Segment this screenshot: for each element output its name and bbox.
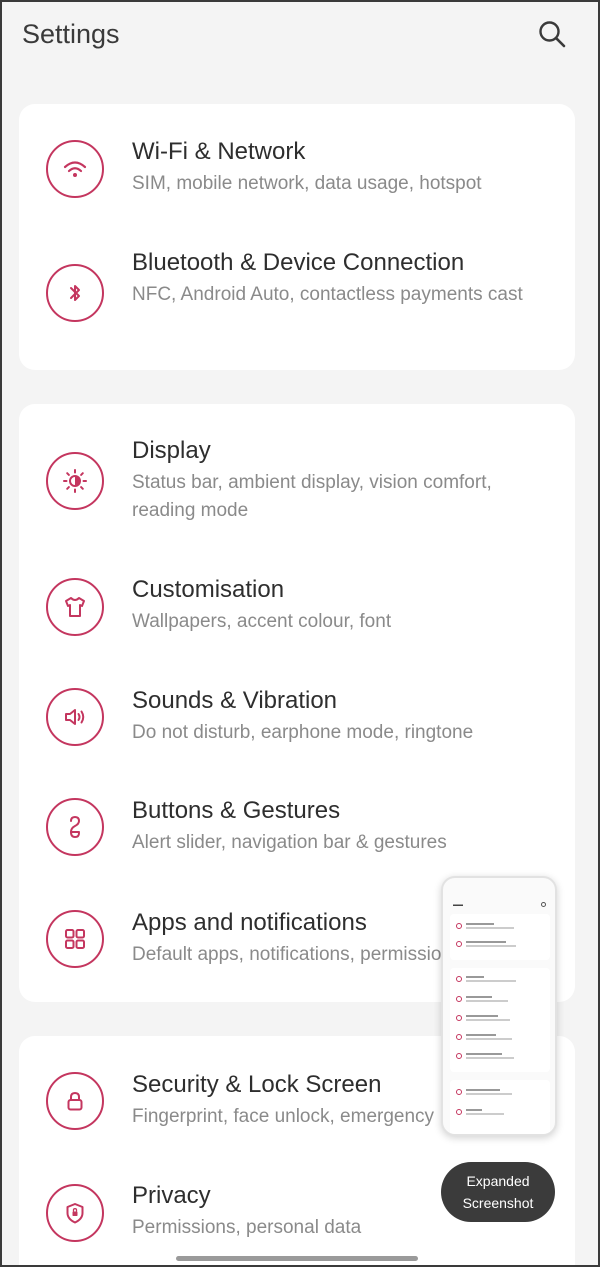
- preview-title-line: ▬▬: [453, 902, 463, 908]
- settings-item-wifi-network[interactable]: Wi-Fi & Network SIM, mobile network, dat…: [19, 104, 575, 234]
- lock-icon: [67, 1091, 83, 1111]
- gesture-icon-badge: [46, 798, 104, 856]
- tshirt-icon: [65, 597, 85, 617]
- item-subtitle: Wallpapers, accent colour, font: [132, 611, 392, 632]
- shield-icon: [66, 1203, 84, 1224]
- shield-icon-badge: [46, 1184, 104, 1242]
- page-title: Settings: [22, 18, 120, 49]
- preview-card: [450, 1080, 550, 1134]
- item-title: Wi-Fi & Network: [132, 138, 306, 165]
- item-title: Customisation: [132, 576, 285, 603]
- settings-item-bluetooth[interactable]: Bluetooth & Device Connection NFC, Andro…: [19, 234, 575, 370]
- item-subtitle: Alert slider, navigation bar & gestures: [132, 832, 447, 853]
- item-subtitle: NFC, Android Auto, contactless payments …: [132, 284, 523, 305]
- settings-item-display[interactable]: Display Status bar, ambient display, vis…: [19, 404, 575, 554]
- apps-grid-icon: [65, 929, 85, 949]
- speaker-icon: [65, 709, 85, 725]
- bluetooth-icon: [70, 285, 80, 301]
- brightness-icon: [63, 469, 87, 493]
- search-button[interactable]: [532, 14, 572, 54]
- item-title: Bluetooth & Device Connection: [132, 249, 465, 276]
- expanded-screenshot-line1: Expanded: [466, 1173, 530, 1189]
- expanded-screenshot-line2: Screenshot: [462, 1195, 534, 1211]
- search-icon: [539, 21, 566, 48]
- preview-search-icon: [541, 902, 546, 907]
- gesture-icon: [69, 815, 81, 839]
- brightness-icon-badge: [46, 452, 104, 510]
- item-subtitle: Status bar, ambient display, vision comf…: [132, 472, 492, 521]
- item-title: Display: [132, 437, 211, 464]
- settings-group-connectivity: Wi-Fi & Network SIM, mobile network, dat…: [19, 104, 575, 370]
- preview-card: [450, 968, 550, 1072]
- speaker-icon-badge: [46, 688, 104, 746]
- tshirt-icon-badge: [46, 578, 104, 636]
- bluetooth-icon-badge: [46, 264, 104, 322]
- settings-item-customisation[interactable]: Customisation Wallpapers, accent colour,…: [19, 554, 575, 666]
- item-title: Sounds & Vibration: [132, 687, 338, 714]
- settings-item-buttons-gestures[interactable]: Buttons & Gestures Alert slider, navigat…: [19, 776, 575, 888]
- screenshot-preview-thumbnail[interactable]: ▬▬: [441, 876, 557, 1136]
- wifi-icon-badge: [46, 140, 104, 198]
- item-subtitle: Do not disturb, earphone mode, ringtone: [132, 722, 474, 743]
- settings-item-sounds-vibration[interactable]: Sounds & Vibration Do not disturb, earph…: [19, 666, 575, 776]
- lock-icon-badge: [46, 1072, 104, 1130]
- expanded-screenshot-button[interactable]: Expanded Screenshot: [441, 1162, 555, 1222]
- wifi-icon: [63, 161, 87, 177]
- home-indicator[interactable]: [176, 1256, 418, 1261]
- apps-grid-icon-badge: [46, 910, 104, 968]
- item-subtitle: SIM, mobile network, data usage, hotspot: [132, 173, 482, 194]
- preview-card: [450, 914, 550, 960]
- item-title: Buttons & Gestures: [132, 797, 341, 824]
- top-app-bar: Settings: [0, 0, 600, 74]
